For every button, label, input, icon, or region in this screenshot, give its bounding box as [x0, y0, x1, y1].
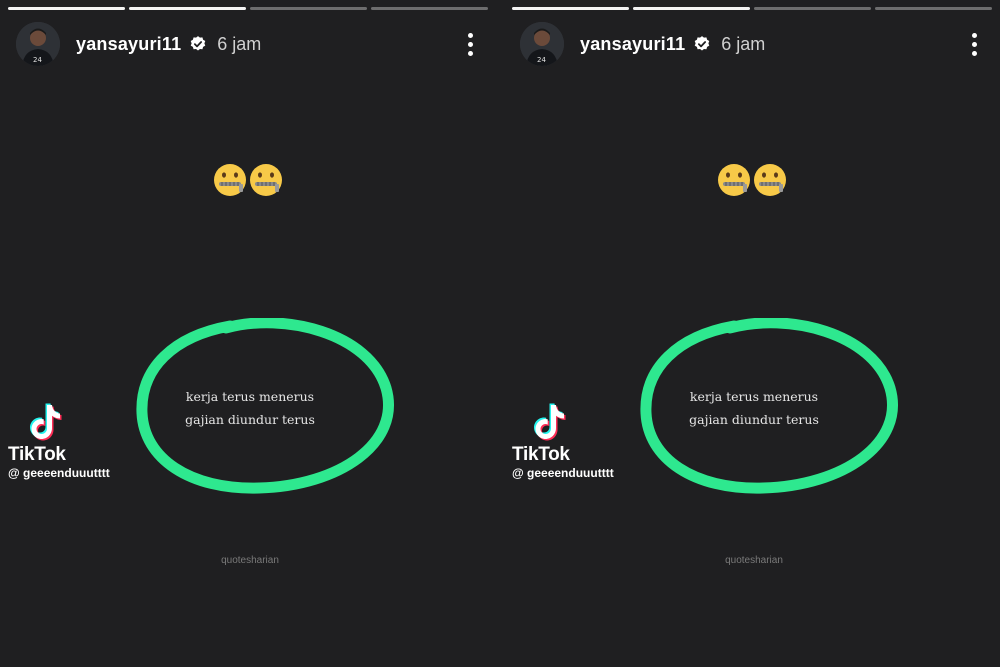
tiktok-brand-name: TikTok	[8, 444, 66, 465]
svg-text:24: 24	[33, 56, 42, 64]
progress-segment	[875, 7, 992, 10]
post-time: 6 jam	[217, 33, 262, 54]
zipper-mouth-emoji	[716, 160, 788, 200]
more-options-icon[interactable]	[962, 30, 986, 58]
svg-text:24: 24	[537, 56, 546, 64]
tiktok-logo-icon	[30, 403, 62, 441]
source-watermark: quotesharian	[221, 555, 279, 566]
screenshot-collage: 24 yansayuri11 6 jam kerja terus menerus…	[0, 0, 1000, 667]
quote-line: gajian diundur terus	[185, 412, 315, 427]
quote-line: kerja terus menerus	[185, 389, 315, 404]
more-options-icon[interactable]	[458, 30, 482, 58]
progress-segment	[754, 7, 871, 10]
tiktok-logo-icon	[534, 403, 566, 441]
progress-segment	[250, 7, 367, 10]
username[interactable]: yansayuri11	[76, 34, 181, 55]
tiktok-brand-name: TikTok	[512, 444, 570, 465]
story-header: 24 yansayuri11 6 jam	[520, 22, 986, 66]
story-progress-bar	[8, 7, 488, 10]
story-panel-right: 24 yansayuri11 6 jam kerja terus menerus…	[504, 0, 1000, 667]
progress-segment	[633, 7, 750, 10]
username[interactable]: yansayuri11	[580, 34, 685, 55]
quote-text: kerja terus menerus gajian diundur terus	[664, 385, 844, 431]
progress-segment	[129, 7, 246, 10]
quote-text: kerja terus menerus gajian diundur terus	[160, 385, 340, 431]
zipper-mouth-face-icon	[214, 164, 282, 196]
quote-line: kerja terus menerus	[689, 389, 819, 404]
story-header: 24 yansayuri11 6 jam	[16, 22, 482, 66]
quote-line: gajian diundur terus	[689, 412, 819, 427]
zipper-mouth-emoji	[212, 160, 284, 200]
post-time: 6 jam	[721, 33, 766, 54]
story-progress-bar	[512, 7, 992, 10]
progress-segment	[371, 7, 488, 10]
source-watermark: quotesharian	[725, 555, 783, 566]
progress-segment	[512, 7, 629, 10]
avatar[interactable]: 24	[16, 22, 60, 66]
verified-badge-icon	[693, 35, 711, 53]
zipper-mouth-face-icon	[718, 164, 786, 196]
story-panel-left: 24 yansayuri11 6 jam kerja terus menerus…	[0, 0, 496, 667]
tiktok-handle: @ geeeenduuutttt	[8, 466, 110, 480]
avatar[interactable]: 24	[520, 22, 564, 66]
progress-segment	[8, 7, 125, 10]
tiktok-handle: @ geeeenduuutttt	[512, 466, 614, 480]
verified-badge-icon	[189, 35, 207, 53]
